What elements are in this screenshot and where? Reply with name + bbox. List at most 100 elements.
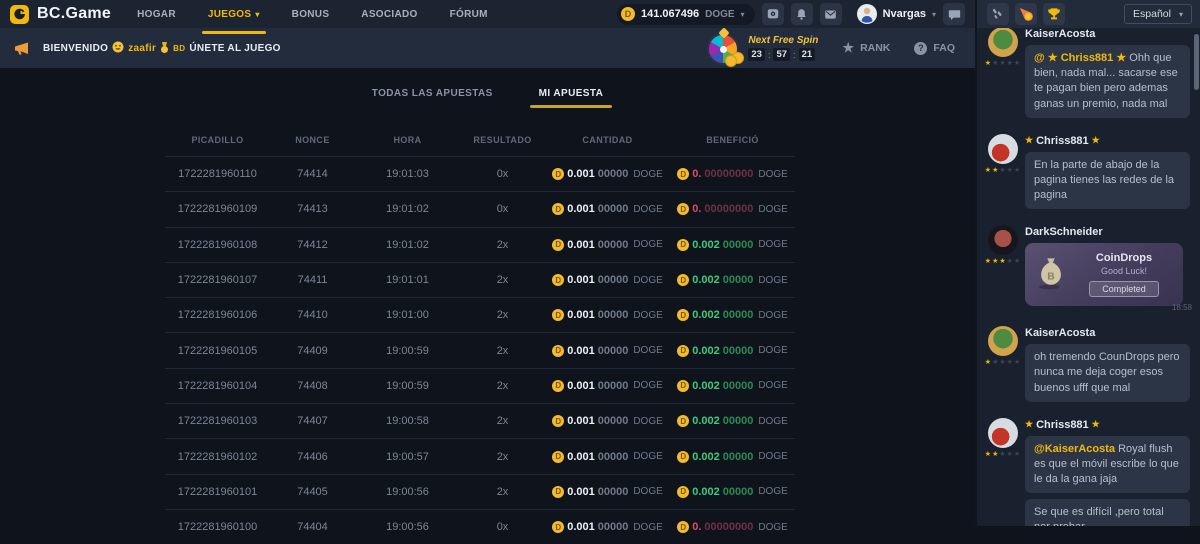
coin-rain-button[interactable] (987, 3, 1009, 25)
trophy-icon (1047, 7, 1061, 21)
nav-item-bonus[interactable]: BONUS (292, 0, 330, 28)
user-menu[interactable]: Nvargas ▾ (857, 4, 936, 24)
doge-coin-icon: D (677, 274, 689, 286)
bet-profit: D0.00200000DOGE (670, 345, 795, 357)
free-spin-widget[interactable]: Next Free Spin 23:57:21 (706, 30, 818, 66)
top-navbar: BC.Game HOGARJUEGOS▾BONUSASOCIADOFÓRUM D… (0, 0, 975, 28)
currency-label: DOGE (633, 204, 662, 215)
nav-item-asociado[interactable]: ASOCIADO (361, 0, 417, 28)
table-row[interactable]: 17222819601077441119:01:012xD0.00100000D… (165, 262, 795, 297)
username: Nvargas (883, 8, 926, 20)
bet-hash: 1722281960104 (165, 380, 270, 392)
nav-item-forum[interactable]: FÓRUM (450, 0, 488, 28)
rank-link[interactable]: ★ RANK (842, 40, 890, 56)
column-header-cantidad: CANTIDAD (545, 135, 670, 145)
currency-label: DOGE (758, 169, 787, 180)
currency-label: DOGE (758, 239, 787, 250)
tab-todas-las-apuestas[interactable]: TODAS LAS APUESTAS (372, 88, 493, 99)
table-row[interactable]: 17222819601017440519:00:562xD0.00100000D… (165, 474, 795, 509)
welcome-player-name[interactable]: zaafir (128, 43, 156, 54)
table-row[interactable]: 17222819601087441219:01:022xD0.00100000D… (165, 227, 795, 262)
chevron-down-icon: ▾ (1179, 10, 1183, 19)
currency-label: DOGE (633, 522, 662, 533)
welcome-player-badge: BD (173, 44, 185, 53)
table-row[interactable]: 17222819601057440919:00:592xD0.00100000D… (165, 332, 795, 367)
coindrops-card[interactable]: B CoinDrops Good Luck! Completed (1025, 243, 1183, 306)
chat-message: ★★★★★★Chriss881★@KaiserAcosta Royal flus… (977, 410, 1200, 526)
nav-item-label: HOGAR (137, 9, 176, 20)
table-row[interactable]: 17222819601067441019:01:002xD0.00100000D… (165, 297, 795, 332)
bet-hash: 1722281960107 (165, 274, 270, 286)
currency-label: DOGE (758, 416, 787, 427)
trophy-button[interactable] (1043, 3, 1065, 25)
bet-result: 2x (460, 274, 545, 286)
fireball-button[interactable] (1015, 3, 1037, 25)
bets-panel: TODAS LAS APUESTASMI APUESTA PICADILLONO… (0, 68, 975, 526)
currency-label: DOGE (758, 486, 787, 497)
avatar[interactable] (988, 225, 1018, 255)
table-row[interactable]: 17222819601037440719:00:582xD0.00100000D… (165, 403, 795, 438)
bet-time: 19:01:03 (355, 168, 460, 180)
doge-coin-icon: D (677, 345, 689, 357)
chat-username[interactable]: ★Chriss881★ (1025, 419, 1190, 431)
wallet-icon (766, 7, 780, 21)
bet-time: 19:00:56 (355, 521, 460, 533)
faq-link[interactable]: ? FAQ (914, 42, 955, 55)
table-row[interactable]: 17222819601007440419:00:560xD0.00100000D… (165, 509, 795, 544)
language-selector[interactable]: Español ▾ (1124, 4, 1192, 24)
bet-result: 0x (460, 521, 545, 533)
bet-profit: D0.00200000DOGE (670, 239, 795, 251)
bell-icon (795, 8, 808, 21)
avatar[interactable] (988, 28, 1018, 57)
currency-label: DOGE (758, 275, 787, 286)
table-row[interactable]: 17222819601027440619:00:572xD0.00100000D… (165, 438, 795, 473)
bet-nonce: 74414 (270, 168, 355, 180)
table-row[interactable]: 17222819601107441419:01:030xD0.00100000D… (165, 156, 795, 191)
doge-coin-icon: D (677, 486, 689, 498)
doge-coin-icon: D (677, 451, 689, 463)
bet-profit: D0.00000000DOGE (670, 203, 795, 215)
coindrops-completed-button[interactable]: Completed (1089, 281, 1159, 297)
chat-username[interactable]: DarkSchneider (1025, 226, 1190, 238)
money-bag-icon: B (1035, 253, 1067, 296)
bet-nonce: 74409 (270, 345, 355, 357)
table-row[interactable]: 17222819601047440819:00:592xD0.00100000D… (165, 368, 795, 403)
avatar[interactable] (988, 326, 1018, 356)
chat-username[interactable]: KaiserAcosta (1025, 28, 1190, 40)
messages-button[interactable] (820, 3, 842, 25)
user-mention[interactable]: @ ★ Chriss881 ★ (1034, 52, 1126, 64)
faq-label: FAQ (933, 42, 955, 54)
chat-scrollbar[interactable] (1194, 34, 1199, 90)
megaphone-icon (14, 41, 31, 56)
doge-coin-icon: D (552, 309, 564, 321)
currency-label: DOGE (633, 380, 662, 391)
chat-username[interactable]: KaiserAcosta (1025, 327, 1190, 339)
coindrops-subtitle: Good Luck! (1101, 266, 1147, 276)
star-icon: ★ (842, 40, 854, 56)
nav-item-label: ASOCIADO (361, 9, 417, 20)
logo[interactable]: BC.Game (10, 4, 111, 24)
notifications-button[interactable] (791, 3, 813, 25)
bet-profit: D0.00200000DOGE (670, 380, 795, 392)
nav-item-label: JUEGOS (208, 9, 251, 20)
chevron-down-icon: ▾ (741, 10, 745, 19)
bet-amount: D0.00100000DOGE (545, 486, 670, 498)
tab-mi-apuesta[interactable]: MI APUESTA (539, 88, 604, 99)
table-row[interactable]: 17222819601097441319:01:020xD0.00100000D… (165, 191, 795, 226)
chat-username[interactable]: ★Chriss881★ (1025, 135, 1190, 147)
bet-hash: 1722281960101 (165, 486, 270, 498)
language-label: Español (1133, 8, 1171, 20)
nav-item-hogar[interactable]: HOGAR (137, 0, 176, 28)
avatar[interactable] (988, 134, 1018, 164)
currency-label: DOGE (633, 345, 662, 356)
user-mention[interactable]: @KaiserAcosta (1034, 443, 1115, 455)
wallet-button[interactable] (762, 3, 784, 25)
coindrops-title: CoinDrops (1096, 252, 1152, 264)
bet-result: 2x (460, 380, 545, 392)
nav-item-juegos[interactable]: JUEGOS▾ (208, 0, 260, 28)
balance-selector[interactable]: D 141.067496 DOGE ▾ (617, 4, 755, 25)
bet-nonce: 74406 (270, 451, 355, 463)
chat-toggle-button[interactable] (943, 3, 965, 25)
avatar[interactable] (988, 418, 1018, 448)
bet-profit: D0.00200000DOGE (670, 274, 795, 286)
